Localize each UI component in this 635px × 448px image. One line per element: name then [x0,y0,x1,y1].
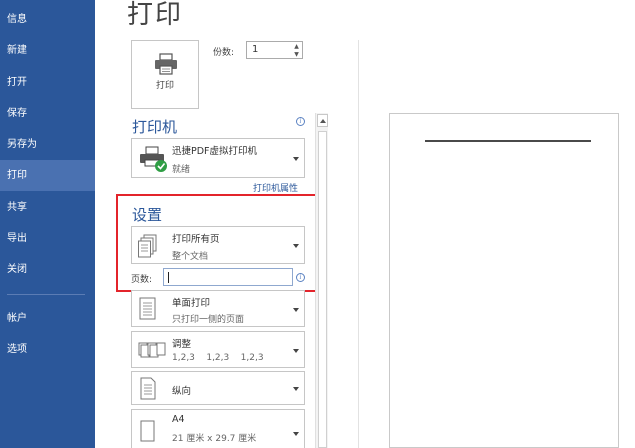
scroll-thumb[interactable] [318,131,327,448]
sidebar-item-info[interactable]: 信息 [0,4,95,35]
printer-status: 就绪 [172,165,191,175]
collate-icon [138,342,166,358]
scroll-up-icon[interactable] [317,114,328,127]
sidebar-item-save[interactable]: 保存 [0,98,95,129]
paper-size-dropdown[interactable]: A4 21 厘米 x 29.7 厘米 [131,409,305,448]
collate-chevron-down-icon [293,349,299,353]
backstage-sidebar: 信息 新建 打开 保存 另存为 打印 共享 导出 关闭 帐户 选项 [0,0,95,448]
collate-sub: 1,2,3 1,2,3 1,2,3 [172,353,264,363]
copies-increment-icon[interactable]: ▲ [293,43,300,50]
collate-title: 调整 [172,339,192,350]
sidebar-item-account[interactable]: 帐户 [0,303,95,334]
printer-heading: 打印机 [132,118,178,136]
printer-ready-icon [140,146,167,172]
printer-dropdown[interactable]: 迅捷PDF虚拟打印机 就绪 [131,138,305,178]
sidebar-divider [7,294,85,295]
paper-size-sub: 21 厘米 x 29.7 厘米 [172,434,257,444]
collate-dropdown[interactable]: 调整 1,2,3 1,2,3 1,2,3 [131,331,305,368]
paper-size-chevron-down-icon [293,432,299,436]
copies-value: 1 [252,44,259,55]
copies-decrement-icon[interactable]: ▼ [293,51,300,58]
printer-name: 迅捷PDF虚拟打印机 [172,146,258,157]
orientation-title: 纵向 [172,386,192,397]
printer-info-icon[interactable]: i [296,117,305,126]
sidebar-item-print[interactable]: 打印 [0,160,95,191]
sidebar-item-close[interactable]: 关闭 [0,254,95,285]
paper-size-icon [140,420,155,442]
sides-sub: 只打印一侧的页面 [172,315,245,325]
sidebar-item-share[interactable]: 共享 [0,192,95,223]
single-side-page-icon [139,297,156,320]
paper-size-title: A4 [172,414,185,425]
copies-label: 份数: [213,48,235,58]
sidebar-item-open[interactable]: 打开 [0,67,95,98]
print-button[interactable]: 打印 [131,40,199,109]
copies-input[interactable]: 1 ▲ ▼ [246,41,303,59]
sides-title: 单面打印 [172,298,211,309]
settings-scrollbar[interactable] [315,113,328,448]
portrait-page-icon [140,377,156,400]
page-title: 打印 [127,0,184,30]
preview-page-rule [425,140,591,142]
printer-properties-link[interactable]: 打印机属性 [253,181,298,194]
orientation-chevron-down-icon [293,387,299,391]
printer-icon [155,53,177,75]
printer-dropdown-chevron-down-icon [293,157,299,161]
sides-chevron-down-icon [293,308,299,312]
print-button-label: 打印 [155,81,174,91]
sidebar-item-options[interactable]: 选项 [0,334,95,365]
sidebar-item-export[interactable]: 导出 [0,223,95,254]
settings-highlight-box [116,194,324,292]
sidebar-item-new[interactable]: 新建 [0,35,95,66]
preview-page [389,113,619,448]
sidebar-item-save-as[interactable]: 另存为 [0,129,95,160]
orientation-dropdown[interactable]: 纵向 [131,371,305,405]
sides-dropdown[interactable]: 单面打印 只打印一侧的页面 [131,290,305,327]
